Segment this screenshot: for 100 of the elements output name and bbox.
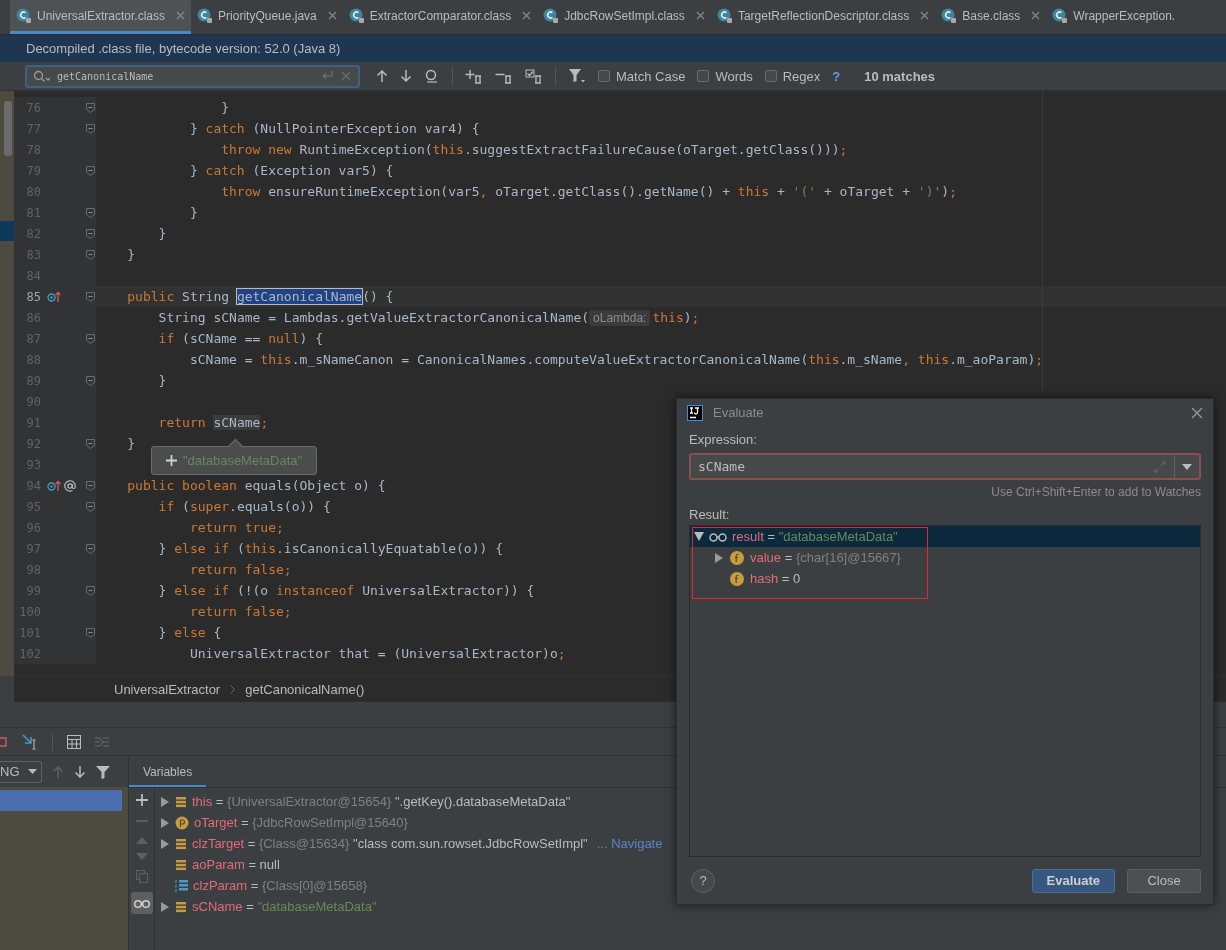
code-line: return true; bbox=[189, 520, 284, 535]
line-number: 85 bbox=[25, 289, 41, 304]
thread-dropdown[interactable]: NG bbox=[0, 760, 42, 783]
fold-icon[interactable] bbox=[86, 228, 95, 239]
class-file-icon bbox=[543, 7, 560, 24]
code-line: if (super.equals(o)) { bbox=[158, 499, 331, 514]
close-icon[interactable] bbox=[1191, 406, 1203, 419]
collapsed-arrow-icon[interactable] bbox=[161, 901, 169, 912]
close-icon[interactable] bbox=[327, 11, 337, 20]
file-tab[interactable]: JdbcRowSetImpl.class bbox=[537, 0, 711, 34]
code-line: return false; bbox=[189, 604, 292, 619]
close-icon[interactable] bbox=[920, 11, 930, 20]
arrow-up-icon[interactable] bbox=[376, 69, 388, 83]
close-icon[interactable] bbox=[176, 11, 186, 20]
fold-icon[interactable] bbox=[86, 627, 95, 638]
fold-icon[interactable] bbox=[86, 438, 95, 449]
field-icon bbox=[175, 900, 187, 913]
fold-icon[interactable] bbox=[86, 543, 95, 554]
fold-icon[interactable] bbox=[86, 165, 95, 176]
option-checkbox[interactable]: Regex bbox=[764, 68, 821, 84]
file-tab[interactable]: Base.class bbox=[935, 0, 1047, 34]
restore-icon[interactable] bbox=[0, 735, 8, 748]
class-file-icon bbox=[716, 7, 733, 24]
field-icon bbox=[729, 570, 745, 587]
step-cursor-icon[interactable] bbox=[22, 733, 38, 750]
variable-text: this = {UniversalExtractor@15654} ".getKey().databaseMetaData" bbox=[192, 794, 571, 809]
help-button[interactable]: ? bbox=[691, 868, 715, 893]
dialog-title: Evaluate bbox=[713, 405, 765, 421]
field-icon bbox=[175, 795, 187, 808]
variable-text: sCName = "databaseMetaData" bbox=[192, 899, 377, 914]
file-tab[interactable]: TargetReflectionDescriptor.class bbox=[710, 0, 936, 34]
arrow-down-icon[interactable] bbox=[74, 764, 86, 779]
file-tab[interactable]: ExtractorComparator.class bbox=[342, 0, 538, 34]
result-tree-row[interactable]: hash = 0 bbox=[690, 568, 1200, 590]
collapsed-arrow-icon[interactable] bbox=[161, 838, 169, 849]
variable-text: clzParam = {Class[0]@15658} bbox=[193, 878, 368, 893]
expression-field[interactable]: sCName bbox=[689, 453, 1201, 481]
help-link[interactable]: ? bbox=[832, 68, 841, 84]
search-icon[interactable] bbox=[33, 69, 51, 83]
array-icon bbox=[175, 879, 188, 892]
glasses-icon[interactable] bbox=[130, 892, 153, 914]
code-line: UniversalExtractor that = (UniversalExtractor)o; bbox=[189, 646, 566, 661]
annotation-icon[interactable] bbox=[64, 479, 76, 492]
fold-icon[interactable] bbox=[86, 501, 95, 512]
filter-icon[interactable] bbox=[568, 68, 586, 84]
close-icon[interactable] bbox=[695, 11, 705, 20]
variables-tab[interactable]: Variables bbox=[129, 765, 207, 787]
class-file-icon bbox=[1052, 7, 1069, 24]
caret-icon bbox=[1182, 463, 1192, 470]
field-icon bbox=[729, 549, 745, 566]
override-icon[interactable] bbox=[47, 479, 61, 492]
fold-icon[interactable] bbox=[86, 102, 95, 113]
chevron-icon bbox=[230, 685, 236, 694]
collapsed-arrow-icon[interactable] bbox=[161, 796, 169, 807]
code-line: sCName = this.m_sNameCanon = CanonicalNames.computeValueExtractorCanonicalName(this.m_sName, this.m_aoParam); bbox=[189, 352, 1044, 367]
fold-icon[interactable] bbox=[86, 375, 95, 386]
calculator-icon[interactable] bbox=[67, 734, 81, 749]
close-icon[interactable] bbox=[1031, 11, 1041, 20]
add-occurrence-icon[interactable] bbox=[465, 68, 483, 84]
plus-icon[interactable] bbox=[166, 455, 177, 466]
code-line: } else if (!(o instanceof UniversalExtractor)) { bbox=[158, 583, 535, 598]
close-button[interactable]: Close bbox=[1127, 868, 1201, 893]
fold-icon[interactable] bbox=[86, 123, 95, 134]
search-field[interactable]: getCanonicalName bbox=[25, 64, 360, 88]
hint-text: Use Ctrl+Shift+Enter to add to Watches bbox=[991, 485, 1201, 500]
filter-icon[interactable] bbox=[96, 764, 110, 779]
file-tab[interactable]: UniversalExtractor.class bbox=[10, 0, 192, 34]
collapsed-arrow-icon[interactable] bbox=[161, 817, 169, 828]
file-tab[interactable]: PriorityQueue.java bbox=[191, 0, 343, 34]
evaluate-button[interactable]: Evaluate bbox=[1031, 868, 1115, 893]
fold-icon[interactable] bbox=[86, 333, 95, 344]
plus-icon[interactable] bbox=[135, 794, 148, 806]
arrow-down-icon[interactable] bbox=[400, 69, 412, 83]
option-checkbox[interactable]: Words bbox=[697, 68, 753, 84]
fold-icon[interactable] bbox=[86, 291, 95, 302]
fold-icon[interactable] bbox=[86, 480, 95, 491]
class-file-icon bbox=[941, 7, 958, 24]
breadcrumb[interactable]: UniversalExtractor bbox=[114, 682, 221, 697]
match-count: 10 matches bbox=[864, 68, 936, 84]
code-line: } bbox=[127, 436, 136, 451]
code-line: } bbox=[158, 373, 167, 388]
override-icon[interactable] bbox=[47, 290, 61, 303]
result-tree-row[interactable]: result = "databaseMetaData" bbox=[690, 526, 1200, 548]
variable-text: aoParam = null bbox=[192, 857, 280, 872]
fold-icon[interactable] bbox=[86, 249, 95, 260]
app-logo-icon bbox=[687, 404, 703, 421]
fold-icon[interactable] bbox=[86, 207, 95, 218]
class-file-icon bbox=[16, 7, 32, 24]
breadcrumb[interactable]: getCanonicalName() bbox=[245, 682, 365, 697]
expanded-arrow-icon[interactable] bbox=[694, 532, 704, 542]
collapsed-arrow-icon[interactable] bbox=[715, 552, 723, 563]
fold-icon[interactable] bbox=[86, 585, 95, 596]
close-icon[interactable] bbox=[522, 11, 532, 20]
option-checkbox[interactable]: Match Case bbox=[598, 68, 686, 84]
class-file-icon bbox=[348, 7, 365, 24]
select-occurrences-icon[interactable] bbox=[525, 68, 543, 84]
file-tab[interactable]: WrapperException. bbox=[1046, 0, 1182, 34]
code-line: } bbox=[221, 100, 230, 115]
result-tree-row[interactable]: value = {char[16]@15667} bbox=[690, 547, 1200, 569]
find-all-icon[interactable] bbox=[424, 68, 440, 84]
